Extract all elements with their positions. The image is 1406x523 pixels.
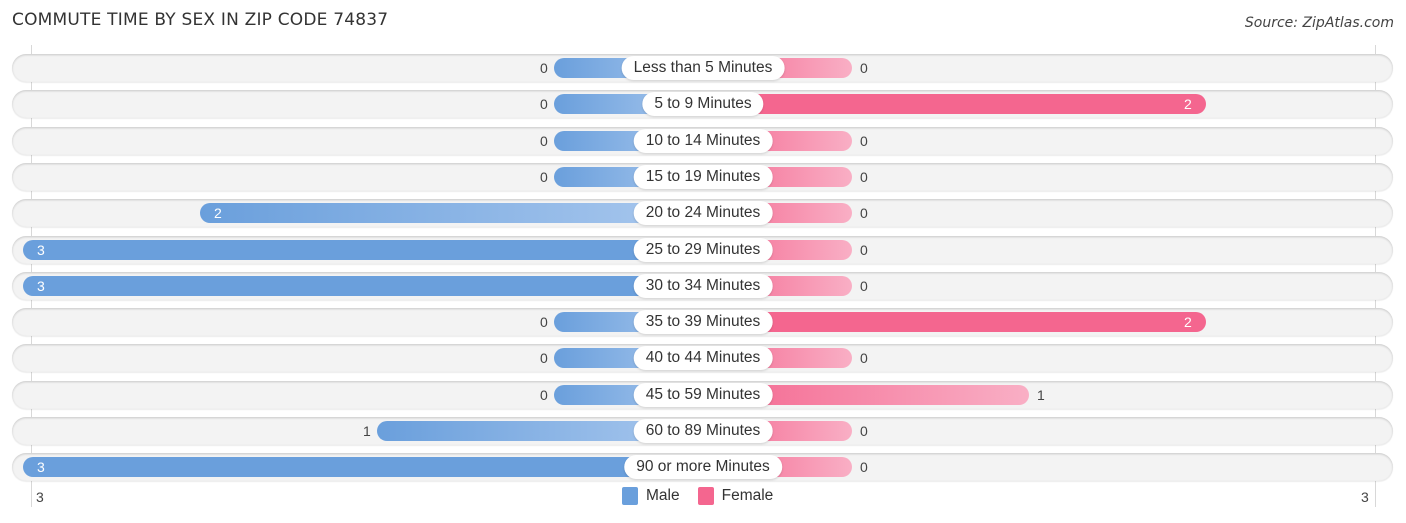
female-value-label: 0 (860, 241, 868, 258)
legend: Male Female (622, 487, 791, 505)
male-bar[interactable] (23, 275, 703, 296)
chart-title: COMMUTE TIME BY SEX IN ZIP CODE 74837 (12, 10, 389, 30)
female-value-label: 0 (860, 350, 868, 367)
male-value-label: 3 (37, 459, 45, 476)
legend-label-female: Female (721, 487, 774, 504)
female-value-label: 2 (1184, 314, 1192, 331)
legend-item-female[interactable]: Female (697, 487, 774, 505)
category-label: 25 to 29 Minutes (633, 237, 773, 262)
female-value-label: 0 (860, 277, 868, 294)
axis-label-right: 3 (1361, 489, 1369, 505)
female-value-label: 0 (860, 205, 868, 222)
category-label: 40 to 44 Minutes (633, 346, 773, 371)
category-label: Less than 5 Minutes (621, 56, 785, 80)
female-value-label: 0 (860, 459, 868, 476)
male-value-label: 0 (540, 168, 548, 185)
female-value-label: 0 (860, 168, 868, 185)
male-value-label: 0 (540, 60, 548, 76)
male-value-label: 0 (540, 96, 548, 113)
female-value-label: 2 (1184, 96, 1192, 113)
category-label: 15 to 19 Minutes (633, 164, 773, 189)
category-label: 30 to 34 Minutes (633, 273, 773, 298)
category-label: 10 to 14 Minutes (633, 128, 773, 153)
category-label: 5 to 9 Minutes (642, 92, 764, 117)
female-value-label: 0 (860, 423, 868, 439)
female-bar[interactable] (703, 312, 1206, 333)
male-bar[interactable] (23, 239, 703, 260)
legend-label-male: Male (646, 487, 680, 504)
female-value-label: 1 (1037, 386, 1045, 403)
male-value-label: 1 (363, 423, 371, 439)
male-value-label: 3 (37, 277, 45, 294)
male-swatch (622, 487, 638, 505)
male-value-label: 3 (37, 241, 45, 258)
axis-label-left: 3 (36, 489, 44, 505)
chart-source: Source: ZipAtlas.com (1244, 15, 1394, 31)
category-label: 45 to 59 Minutes (633, 382, 773, 407)
female-swatch (697, 487, 714, 505)
male-bar[interactable] (200, 203, 703, 224)
female-bar[interactable] (703, 94, 1206, 115)
category-label: 20 to 24 Minutes (633, 201, 773, 226)
male-value-label: 2 (214, 205, 222, 222)
male-value-label: 0 (540, 386, 548, 403)
chart-container: COMMUTE TIME BY SEX IN ZIP CODE 74837 So… (0, 0, 1406, 523)
male-value-label: 0 (540, 132, 548, 149)
category-label: 35 to 39 Minutes (633, 310, 773, 335)
male-value-label: 0 (540, 350, 548, 367)
male-bar[interactable] (23, 457, 703, 478)
female-value-label: 0 (860, 132, 868, 149)
category-label: 60 to 89 Minutes (633, 419, 773, 443)
male-value-label: 0 (540, 314, 548, 331)
category-label: 90 or more Minutes (624, 455, 782, 480)
legend-item-male[interactable]: Male (622, 487, 680, 505)
female-value-label: 0 (860, 60, 868, 76)
